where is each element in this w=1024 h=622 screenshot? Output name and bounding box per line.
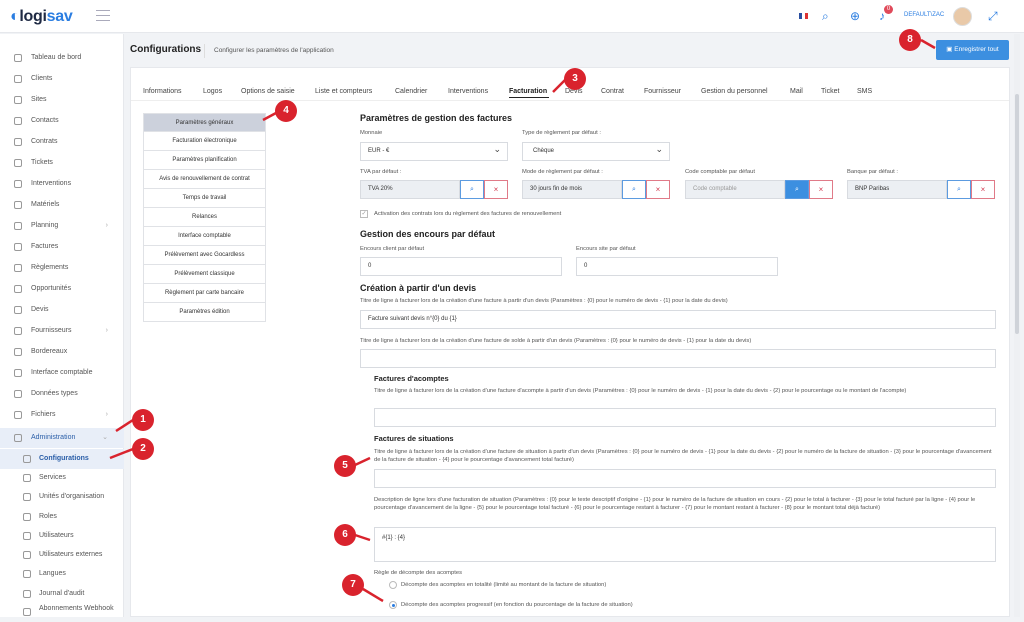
callout-7-arrow xyxy=(362,587,384,603)
callout-5-arrow xyxy=(354,456,371,467)
callout-3-arrow xyxy=(552,79,566,93)
callout-2-arrow xyxy=(109,447,134,460)
callout-5: 5 xyxy=(334,455,356,477)
callout-8-arrow xyxy=(920,38,936,50)
callout-4-arrow xyxy=(262,111,277,122)
callout-1: 1 xyxy=(132,409,154,431)
callout-3: 3 xyxy=(564,68,586,90)
callout-2: 2 xyxy=(132,438,154,460)
callout-8: 8 xyxy=(899,29,921,51)
callout-6: 6 xyxy=(334,524,356,546)
callout-4: 4 xyxy=(275,100,297,122)
callout-1-arrow xyxy=(115,418,134,433)
callout-6-arrow xyxy=(354,533,371,542)
callout-7: 7 xyxy=(342,574,364,596)
callout-arrows xyxy=(109,38,936,603)
